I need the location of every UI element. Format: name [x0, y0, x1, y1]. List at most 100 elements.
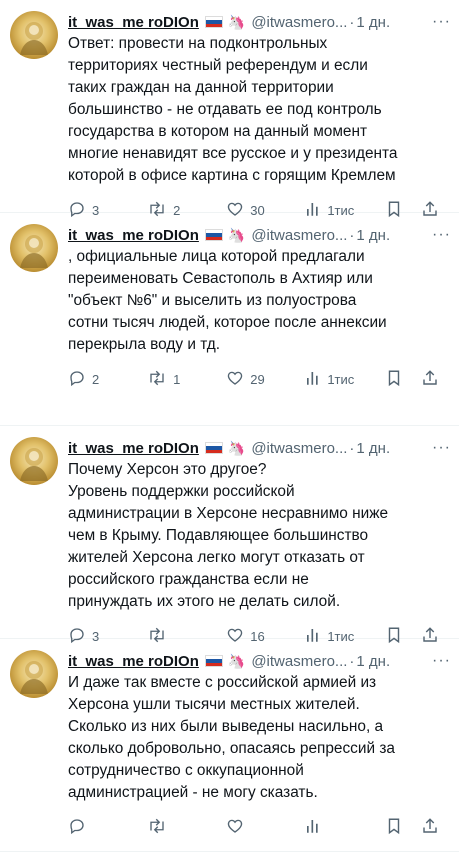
author-handle[interactable]: @itwasmero... [251, 653, 347, 670]
unicorn-icon: 🦄 [227, 439, 246, 456]
unicorn-icon: 🦄 [227, 652, 246, 669]
tweet-text-line: Херсона ушли тысячи местных жителей. [68, 696, 360, 713]
tweet-text: Ответ: провести на подконтрольных террито… [68, 33, 449, 187]
share-button[interactable] [421, 817, 445, 838]
tweet-actions [68, 817, 445, 838]
tweet-text-line: таких граждан на данной территории [68, 79, 334, 96]
tweet-text-line: жителей Херсона легко могут отказать от [68, 549, 365, 566]
russia-flag-icon [204, 442, 223, 454]
tweet-text-line: большинство - не отдавать ее под контрол… [68, 101, 382, 118]
retweet-count: 1 [173, 372, 181, 387]
tweet[interactable]: it_was_me roDIOn 🦄 @itwasmero... · 1 дн.… [0, 0, 459, 218]
bookmark-icon [386, 817, 408, 838]
tweet-header: it_was_me roDIOn 🦄 @itwasmero... · 1 дн.… [68, 225, 451, 245]
timestamp[interactable]: 1 дн. [356, 440, 390, 457]
heart-icon [226, 369, 250, 390]
bookmark-button[interactable] [386, 817, 421, 838]
views-count: 1тис [327, 372, 355, 387]
tweet-text-line: администрации в Херсоне несравнимо ниже [68, 505, 389, 522]
timestamp[interactable]: 1 дн. [356, 653, 390, 670]
retweet-icon [147, 369, 173, 390]
tweet-text-line: перекрыла воду и тд. [68, 336, 221, 353]
tweet-text-line: Ответ: провести на подконтрольных [68, 35, 328, 52]
author-handle[interactable]: @itwasmero... [251, 227, 347, 244]
unicorn-icon: 🦄 [227, 226, 246, 243]
retweet-button[interactable] [147, 817, 226, 838]
share-button[interactable] [421, 369, 445, 390]
like-count: 29 [250, 372, 265, 387]
separator-dot: · [349, 13, 355, 31]
reply-icon [68, 369, 92, 390]
tweet-text-line: которой в офисе картина с горящим Кремле… [68, 167, 396, 184]
tweet-header: it_was_me roDIOn 🦄 @itwasmero... · 1 дн.… [68, 438, 451, 458]
author-handle[interactable]: @itwasmero... [251, 440, 347, 457]
tweet-feed: it_was_me roDIOn 🦄 @itwasmero... · 1 дн.… [0, 0, 459, 852]
tweet-text-line: чем в Крыму. Подавляющее большинство [68, 527, 369, 544]
tweet-text-line: многие ненавидят все русское и у президе… [68, 145, 398, 162]
tweet-text-line: сотни тысяч людей, которое после аннекси… [68, 314, 387, 331]
tweet-text-line: территориях честный референдум и если [68, 57, 368, 74]
tweet-text-line: Почему Херсон это другое? [68, 461, 267, 478]
views-button[interactable] [305, 817, 386, 838]
separator-dot: · [349, 652, 355, 670]
author-name[interactable]: it_was_me roDIOn [68, 14, 199, 31]
avatar[interactable] [10, 224, 58, 272]
views-button[interactable]: 1тис [305, 369, 386, 390]
tweet[interactable]: it_was_me roDIOn 🦄 @itwasmero... · 1 дн.… [0, 213, 459, 426]
timestamp[interactable]: 1 дн. [356, 14, 390, 31]
tweet-header: it_was_me roDIOn 🦄 @itwasmero... · 1 дн.… [68, 12, 451, 32]
tweet-text: Почему Херсон это другое? Уровень поддерж… [68, 459, 449, 613]
more-options-icon[interactable]: ··· [432, 226, 451, 244]
russia-flag-icon [204, 16, 223, 28]
tweet-actions: 2 1 29 1тис [68, 369, 445, 390]
share-icon [421, 817, 445, 838]
russia-flag-icon [204, 229, 223, 241]
unicorn-icon: 🦄 [227, 13, 246, 30]
avatar[interactable] [10, 437, 58, 485]
views-icon [305, 369, 327, 390]
retweet-button[interactable]: 1 [147, 369, 226, 390]
tweet-text: , официальные лица которой предлагали пер… [68, 246, 449, 356]
author-handle[interactable]: @itwasmero... [251, 14, 347, 31]
bookmark-icon [386, 369, 408, 390]
tweet[interactable]: it_was_me roDIOn 🦄 @itwasmero... · 1 дн.… [0, 639, 459, 852]
share-icon [421, 369, 445, 390]
more-options-icon[interactable]: ··· [432, 439, 451, 457]
avatar[interactable] [10, 650, 58, 698]
separator-dot: · [349, 226, 355, 244]
tweet-text-line: сколько добровольно, опасаясь репрессий … [68, 740, 395, 757]
reply-icon [68, 817, 92, 838]
tweet-text-line: , официальные лица которой предлагали [68, 248, 365, 265]
views-icon [305, 817, 327, 838]
tweet[interactable]: it_was_me roDIOn 🦄 @itwasmero... · 1 дн.… [0, 426, 459, 644]
like-button[interactable]: 29 [226, 369, 305, 390]
reply-count: 2 [92, 372, 100, 387]
tweet-text-line: сотрудничество с оккупационной [68, 762, 304, 779]
tweet-text-line: И даже так вместе с российской армией из [68, 674, 377, 691]
bookmark-button[interactable] [386, 369, 421, 390]
timestamp[interactable]: 1 дн. [356, 227, 390, 244]
tweet-text-line: принуждать их этого не делать силой. [68, 593, 341, 610]
tweet-text-line: российского гражданства если не [68, 571, 309, 588]
reply-button[interactable] [68, 817, 147, 838]
tweet-header: it_was_me roDIOn 🦄 @itwasmero... · 1 дн.… [68, 651, 451, 671]
reply-button[interactable]: 2 [68, 369, 147, 390]
tweet-text-line: Сколько из них были выведены насильно, а [68, 718, 384, 735]
like-button[interactable] [226, 817, 305, 838]
separator-dot: · [349, 439, 355, 457]
russia-flag-icon [204, 655, 223, 667]
author-name[interactable]: it_was_me roDIOn [68, 653, 199, 670]
tweet-text-line: администрацией - не могу сказать. [68, 784, 318, 801]
more-options-icon[interactable]: ··· [432, 652, 451, 670]
tweet-text-line: государства в котором на данный момент [68, 123, 368, 140]
tweet-text-line: переименовать Севастополь в Ахтияр или [68, 270, 373, 287]
tweet-text-line: "объект №6" и выселить из полуострова [68, 292, 357, 309]
heart-icon [226, 817, 250, 838]
retweet-icon [147, 817, 173, 838]
tweet-text-line: Уровень поддержки российской [68, 483, 295, 500]
more-options-icon[interactable]: ··· [432, 13, 451, 31]
author-name[interactable]: it_was_me roDIOn [68, 227, 199, 244]
tweet-text: И даже так вместе с российской армией из… [68, 672, 449, 804]
avatar[interactable] [10, 11, 58, 59]
author-name[interactable]: it_was_me roDIOn [68, 440, 199, 457]
